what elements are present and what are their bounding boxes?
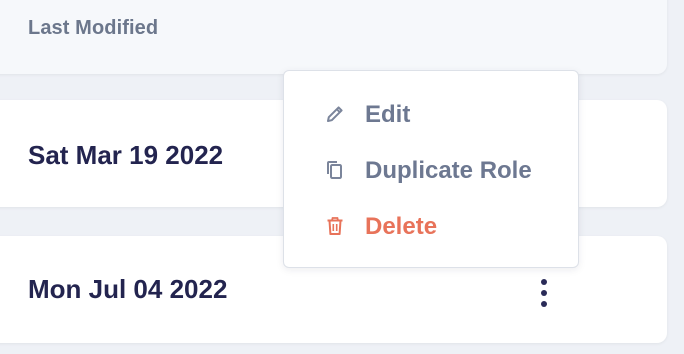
last-modified-cell: Sat Mar 19 2022 xyxy=(28,140,224,170)
column-header-last-modified[interactable]: Last Modified xyxy=(28,17,158,40)
trash-icon xyxy=(324,215,346,237)
menu-item-delete[interactable]: Delete xyxy=(284,202,578,250)
roles-table: Last Modified Sat Mar 19 2022 Mon Jul 04… xyxy=(0,0,684,354)
menu-item-label: Edit xyxy=(365,101,411,128)
table-header: Last Modified xyxy=(0,0,667,74)
kebab-dot xyxy=(541,290,547,296)
menu-item-label: Duplicate Role xyxy=(365,157,532,184)
copy-icon xyxy=(324,159,346,181)
menu-item-edit[interactable]: Edit xyxy=(284,90,578,138)
last-modified-cell: Mon Jul 04 2022 xyxy=(28,274,228,304)
kebab-dot xyxy=(541,301,547,307)
menu-item-duplicate-role[interactable]: Duplicate Role xyxy=(284,146,578,194)
row-actions-menu: Edit Duplicate Role Delete xyxy=(283,70,579,268)
kebab-dot xyxy=(541,279,547,285)
pencil-icon xyxy=(324,103,346,125)
menu-item-label: Delete xyxy=(365,213,438,240)
row-actions-button[interactable] xyxy=(536,273,552,311)
